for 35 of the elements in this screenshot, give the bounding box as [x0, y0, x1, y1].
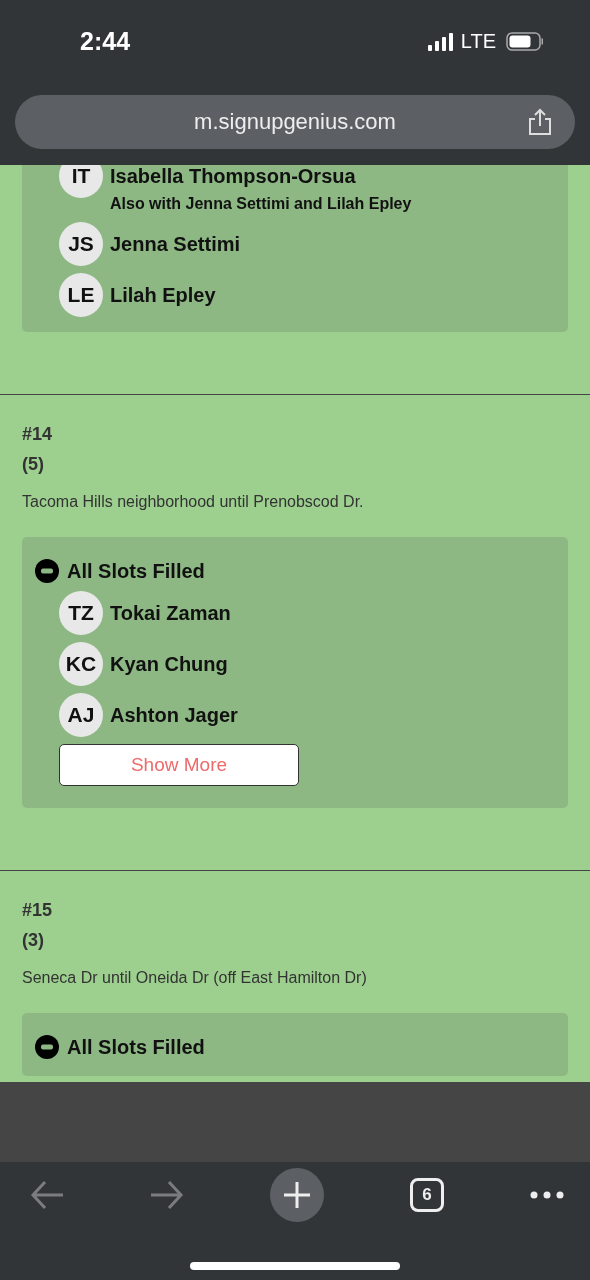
- slot-number: #14: [22, 423, 53, 446]
- more-icon[interactable]: [530, 1191, 564, 1199]
- minus-circle-icon: [35, 1035, 59, 1059]
- participant-name: Lilah Epley: [110, 283, 216, 308]
- initials-avatar: LE: [59, 273, 103, 317]
- battery-icon: [506, 32, 544, 51]
- participant-note: Also with Jenna Settimi and Lilah Epley: [110, 194, 412, 214]
- address-bar[interactable]: m.signupgenius.com: [15, 95, 575, 149]
- slot-status: All Slots Filled: [67, 559, 205, 583]
- minus-circle-icon: [35, 559, 59, 583]
- slot-count: (5): [22, 453, 44, 476]
- new-tab-button[interactable]: [270, 1168, 324, 1222]
- plus-icon: [283, 1181, 311, 1209]
- participant-name: Tokai Zaman: [110, 601, 231, 626]
- show-more-button[interactable]: Show More: [59, 744, 299, 786]
- signal-icon: [427, 32, 453, 51]
- clock-time: 2:44: [80, 27, 132, 56]
- initials-avatar: JS: [59, 222, 103, 266]
- share-icon[interactable]: [527, 108, 553, 136]
- slot-number: #15: [22, 899, 53, 922]
- participant-name: Ashton Jager: [110, 703, 238, 728]
- tab-count-button[interactable]: 6: [410, 1178, 444, 1212]
- participant-name: Isabella Thompson-Orsua: [110, 165, 356, 189]
- participant-name: Jenna Settimi: [110, 232, 241, 257]
- initials-avatar: IT: [59, 165, 103, 198]
- initials-avatar: TZ: [59, 591, 103, 635]
- url-text: m.signupgenius.com: [194, 109, 396, 135]
- slot-count: (3): [22, 929, 44, 952]
- slot-description: Tacoma Hills neighborhood until Prenobscod Dr.: [22, 492, 364, 512]
- slot-description: Seneca Dr until Oneida Dr (off East Hamilton Dr): [22, 968, 367, 988]
- participant-name: Kyan Chung: [110, 652, 228, 677]
- slot-status: All Slots Filled: [67, 1035, 205, 1059]
- network-label: LTE: [460, 30, 496, 53]
- initials-avatar: KC: [59, 642, 103, 686]
- initials-avatar: AJ: [59, 693, 103, 737]
